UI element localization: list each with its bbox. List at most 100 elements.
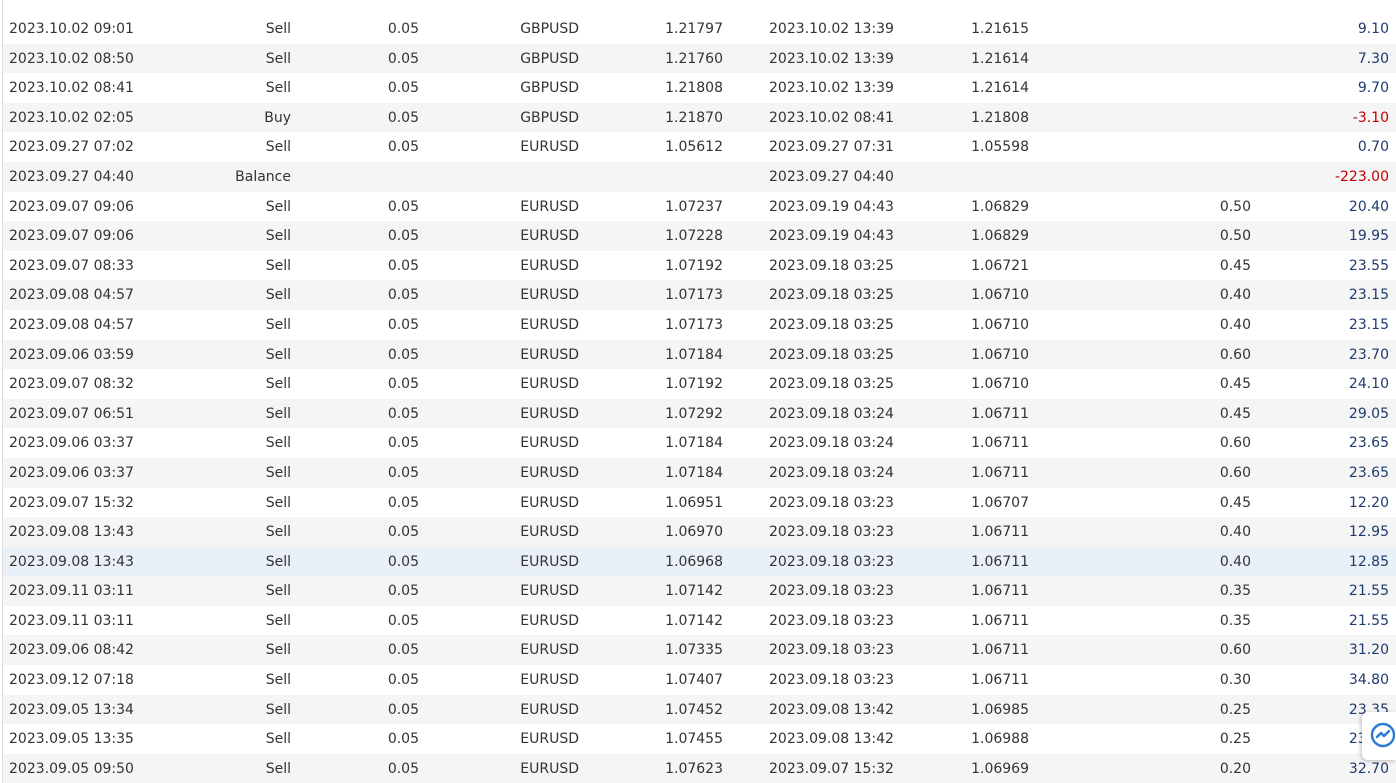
- close-price-cell: 1.06707: [971, 494, 1029, 511]
- table-row[interactable]: 2023.09.27 04:40 Balance 2023.09.27 04:40 -…: [3, 161, 1396, 192]
- close-time-cell: 2023.09.08 13:42: [769, 701, 894, 718]
- type-cell: Sell: [265, 139, 291, 156]
- profit-cell: 7.30: [1357, 50, 1389, 67]
- table-row[interactable]: 2023.10.02 09:01 Sell 0.05 GBPUSD 1.21797 202…: [3, 14, 1396, 44]
- close-price-cell: 1.06988: [971, 731, 1029, 748]
- table-row[interactable]: 2023.09.08 13:43 Sell 0.05 EURUSD 1.06970 202…: [3, 517, 1396, 547]
- swap-cell: 0.25: [1219, 701, 1251, 718]
- close-time-cell: 2023.10.02 13:39: [769, 0, 894, 1]
- open-time-cell: 2023.09.06 08:42: [9, 642, 134, 659]
- close-price-cell: 1.06711: [971, 553, 1029, 570]
- open-price-cell: 1.07335: [665, 642, 723, 659]
- profit-cell: 10.70: [1289, 0, 1389, 1]
- size-cell: 0.05: [387, 760, 419, 777]
- profit-cell: 23.15: [1348, 316, 1389, 333]
- open-time-cell: 2023.09.06 03:37: [9, 435, 134, 452]
- table-row[interactable]: 2023.09.06 03:59 Sell 0.05 EURUSD 1.07184 202…: [3, 339, 1396, 370]
- item-cell: GBPUSD: [513, 0, 579, 1]
- table-row[interactable]: 2023.09.11 03:11 Sell 0.05 EURUSD 1.07142 202…: [3, 606, 1396, 636]
- open-time-cell: 2023.09.05 13:35: [9, 731, 134, 748]
- table-row[interactable]: 2023.09.07 06:51 Sell 0.05 EURUSD 1.07292 202…: [3, 398, 1396, 429]
- size-cell: 0.05: [387, 21, 419, 37]
- type-cell: Sell: [265, 21, 291, 37]
- table-row[interactable]: 2023.09.07 09:06 Sell 0.05 EURUSD 1.07228 202…: [3, 221, 1396, 251]
- table-row[interactable]: 2023.09.07 09:06 Sell 0.05 EURUSD 1.07237 202…: [3, 192, 1396, 222]
- type-cell: Sell: [265, 257, 291, 274]
- close-time-cell: 2023.09.18 03:23: [769, 524, 894, 541]
- table-row[interactable]: 2023.09.06 03:37 Sell 0.05 EURUSD 1.07184 202…: [3, 428, 1396, 458]
- open-time-cell: 2023.09.11 03:11: [9, 612, 134, 629]
- swap-cell: 0.40: [1219, 287, 1251, 304]
- close-price-cell: 1.21614: [971, 80, 1029, 97]
- swap-cell: 0.45: [1219, 494, 1251, 511]
- type-cell: Sell: [265, 583, 291, 600]
- swap-cell: 0.60: [1219, 464, 1251, 481]
- close-time-cell: 2023.09.18 03:25: [769, 376, 894, 393]
- close-time-cell: 2023.09.18 03:23: [769, 553, 894, 570]
- profit-cell: 23.65: [1348, 435, 1389, 452]
- close-time-cell: 2023.09.07 15:32: [769, 760, 894, 777]
- item-cell: EURUSD: [520, 376, 579, 393]
- table-row[interactable]: 2023.09.05 13:34 Sell 0.05 EURUSD 1.07452 202…: [3, 694, 1396, 725]
- size-cell: 0.05: [387, 524, 419, 541]
- table-row[interactable]: 2023.09.05 09:50 Sell 0.05 EURUSD 1.07623 202…: [3, 753, 1396, 783]
- type-cell: Sell: [265, 524, 291, 541]
- close-time-cell: 2023.09.18 03:23: [769, 494, 894, 511]
- type-cell: Sell: [265, 760, 291, 777]
- table-row[interactable]: 2023.10.02 08:41 Sell 0.05 GBPUSD 1.21808 202…: [3, 73, 1396, 103]
- profit-cell: 20.40: [1348, 198, 1389, 215]
- size-cell: 0.05: [387, 316, 419, 333]
- table-row[interactable]: 2023.10.02 02:05 Buy 0.05 GBPUSD 1.21870 2023…: [3, 102, 1396, 133]
- profit-cell: 31.20: [1348, 642, 1389, 659]
- table-row[interactable]: 2023.10.02 08:50 Sell 0.05 GBPUSD 1.21760 202…: [3, 43, 1396, 74]
- item-cell: EURUSD: [520, 435, 579, 452]
- size-cell: 0.05: [387, 139, 419, 156]
- support-widget[interactable]: [1362, 712, 1396, 760]
- profit-cell: 21.55: [1348, 583, 1389, 600]
- size-cell: 0.05: [387, 464, 419, 481]
- open-price-cell: 1.06951: [665, 494, 723, 511]
- open-price-cell: 1.07455: [665, 731, 723, 748]
- table-row[interactable]: 2023.09.07 15:32 Sell 0.05 EURUSD 1.06951 202…: [3, 488, 1396, 518]
- open-price-cell: 1.21760: [665, 50, 723, 67]
- close-price-cell: 1.06985: [971, 701, 1029, 718]
- table-row[interactable]: 2023.09.08 13:43 Sell 0.05 EURUSD 1.06968 202…: [3, 546, 1396, 577]
- type-cell: Sell: [265, 435, 291, 452]
- table-row[interactable]: 2023.09.11 03:11 Sell 0.05 EURUSD 1.07142 202…: [3, 576, 1396, 606]
- table-row[interactable]: 2023.09.07 08:33 Sell 0.05 EURUSD 1.07192 202…: [3, 251, 1396, 281]
- type-cell: Sell: [265, 612, 291, 629]
- swap-cell: 0.45: [1219, 257, 1251, 274]
- close-price-cell: 1.06710: [971, 316, 1029, 333]
- size-cell: 0.05: [387, 731, 419, 748]
- close-time-cell: 2023.09.18 03:23: [769, 642, 894, 659]
- type-cell: Sell: [265, 228, 291, 245]
- close-time-cell: 2023.10.02 13:39: [769, 50, 894, 67]
- table-row[interactable]: 2023.10.02 07:59 Sell 0.05 GBPUSD 1.21733 202…: [3, 0, 1396, 14]
- close-time-cell: 2023.09.08 13:42: [769, 731, 894, 748]
- table-row[interactable]: 2023.09.06 03:37 Sell 0.05 EURUSD 1.07184 202…: [3, 457, 1396, 488]
- close-price-cell: 1.06711: [971, 464, 1029, 481]
- close-time-cell: 2023.09.19 04:43: [769, 198, 894, 215]
- table-row[interactable]: 2023.09.08 04:57 Sell 0.05 EURUSD 1.07173 202…: [3, 280, 1396, 310]
- open-time-cell: 2023.09.12 07:18: [9, 672, 134, 689]
- close-price-cell: 1.06711: [971, 435, 1029, 452]
- table-row[interactable]: 2023.09.05 13:35 Sell 0.05 EURUSD 1.07455 202…: [3, 724, 1396, 754]
- type-cell: Sell: [265, 642, 291, 659]
- type-cell: Sell: [265, 376, 291, 393]
- size-cell: 0.05: [387, 494, 419, 511]
- item-cell: EURUSD: [520, 642, 579, 659]
- swap-cell: 0.60: [1219, 346, 1251, 363]
- profit-cell: 29.05: [1348, 405, 1389, 422]
- close-price-cell: 1.06829: [971, 198, 1029, 215]
- profit-cell: 24.10: [1348, 376, 1389, 393]
- open-time-cell: 2023.10.02 07:59: [9, 0, 134, 1]
- open-time-cell: 2023.09.07 08:32: [9, 376, 134, 393]
- table-row[interactable]: 2023.09.08 04:57 Sell 0.05 EURUSD 1.07173 202…: [3, 310, 1396, 340]
- close-time-cell: 2023.10.02 13:39: [769, 21, 894, 37]
- swap-cell: 0.60: [1219, 435, 1251, 452]
- table-row[interactable]: 2023.09.27 07:02 Sell 0.05 EURUSD 1.05612 202…: [3, 132, 1396, 162]
- open-time-cell: 2023.09.07 09:06: [9, 228, 134, 245]
- table-row[interactable]: 2023.09.12 07:18 Sell 0.05 EURUSD 1.07407 202…: [3, 665, 1396, 695]
- table-row[interactable]: 2023.09.06 08:42 Sell 0.05 EURUSD 1.07335 202…: [3, 635, 1396, 666]
- table-row[interactable]: 2023.09.07 08:32 Sell 0.05 EURUSD 1.07192 202…: [3, 369, 1396, 399]
